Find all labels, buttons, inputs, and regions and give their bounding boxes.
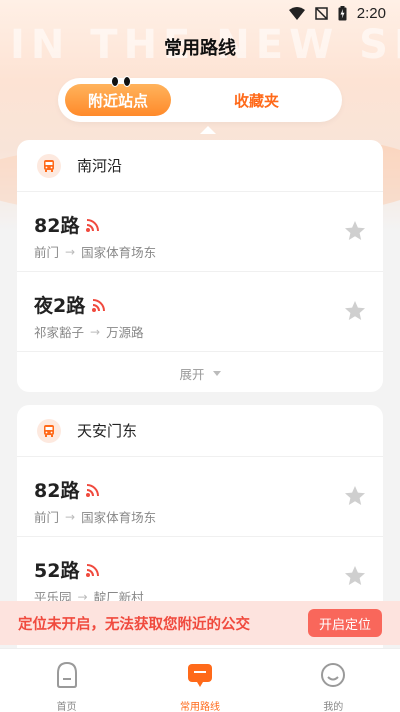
realtime-signal-icon (85, 482, 101, 498)
star-icon[interactable] (343, 484, 367, 512)
bus-icon (37, 153, 61, 178)
route-to: 国家体育场东 (81, 510, 157, 525)
arrow-right-icon: → (90, 324, 101, 339)
stop-header[interactable]: 南河沿 (17, 140, 383, 192)
route-name: 82路 (34, 215, 80, 237)
route-direction: 祁家豁子 → 万源路 (34, 322, 144, 341)
page-title: 常用路线 (164, 38, 236, 59)
nav-routes[interactable]: 常用路线 (133, 649, 266, 712)
stop-header[interactable]: 天安门东 (17, 405, 383, 457)
enable-location-button[interactable]: 开启定位 (308, 609, 382, 637)
route-to: 国家体育场东 (81, 245, 157, 260)
status-bar: 2:20 (0, 0, 400, 26)
chevron-down-icon (212, 370, 221, 376)
route-row[interactable]: 82路 前门 → 国家体育场东 (17, 192, 383, 272)
expand-button[interactable]: 展开 (17, 352, 383, 392)
tab-bar: 附近站点 收藏夹 (58, 76, 342, 122)
tab-label: 收藏夹 (233, 91, 279, 110)
no-signal-icon (315, 6, 328, 20)
route-to: 万源路 (106, 325, 144, 340)
route-row[interactable]: 82路 前门 → 国家体育场东 (17, 457, 383, 537)
route-from: 祁家豁子 (34, 325, 85, 340)
realtime-signal-icon (91, 297, 107, 313)
bottom-nav: 首页 常用路线 我的 (0, 648, 400, 712)
realtime-signal-icon (85, 217, 101, 233)
location-disabled-banner: 定位未开启，无法获取您附近的公交 开启定位 (0, 601, 400, 645)
wifi-icon (288, 6, 305, 20)
tab-pointer (200, 126, 216, 134)
route-from: 前门 (34, 510, 60, 525)
tab-favorites[interactable]: 收藏夹 (171, 84, 342, 116)
star-icon[interactable] (343, 299, 367, 327)
arrow-right-icon: → (65, 244, 76, 259)
route-direction: 前门 → 国家体育场东 (34, 507, 156, 526)
profile-icon (318, 661, 348, 693)
nav-label: 常用路线 (179, 702, 220, 712)
route-name: 82路 (34, 480, 80, 502)
expand-label: 展开 (179, 366, 205, 382)
route-icon (185, 661, 215, 693)
arrow-right-icon: → (65, 509, 76, 524)
tab-nearby-stops[interactable]: 附近站点 (65, 76, 171, 116)
nav-label: 首页 (56, 702, 77, 712)
stop-card: 南河沿 82路 前门 → 国家体育场东 夜2路 祁家豁子 → 万源路 展开 (17, 140, 383, 392)
route-direction: 前门 → 国家体育场东 (34, 242, 156, 261)
tab-label: 附近站点 (87, 91, 148, 110)
bus-icon (37, 418, 61, 443)
star-icon[interactable] (343, 564, 367, 592)
realtime-signal-icon (85, 562, 101, 578)
mascot-eyes-icon (111, 76, 131, 87)
route-name: 52路 (34, 560, 80, 582)
route-from: 前门 (34, 245, 60, 260)
stop-name: 南河沿 (77, 157, 123, 175)
battery-charging-icon (338, 5, 347, 21)
nav-profile[interactable]: 我的 (267, 649, 400, 712)
route-row[interactable]: 夜2路 祁家豁子 → 万源路 (17, 272, 383, 352)
nav-home[interactable]: 首页 (0, 649, 133, 712)
route-name: 夜2路 (34, 295, 86, 317)
status-time: 2:20 (356, 4, 386, 22)
stop-name: 天安门东 (77, 422, 138, 440)
home-icon (52, 661, 82, 693)
location-message: 定位未开启，无法获取您附近的公交 (18, 616, 250, 633)
nav-label: 我的 (323, 702, 344, 712)
star-icon[interactable] (343, 219, 367, 247)
